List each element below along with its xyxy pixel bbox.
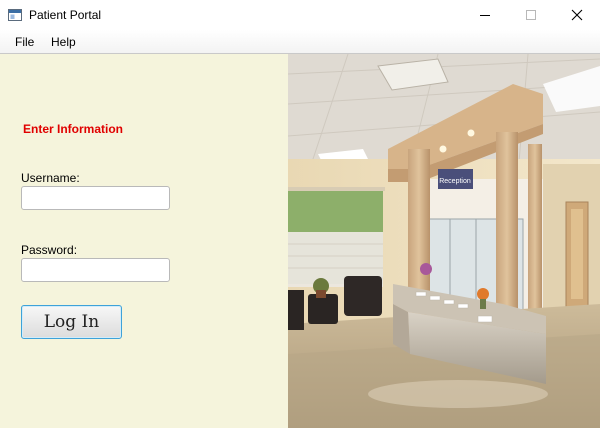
password-label: Password: [21, 243, 78, 257]
menu-file[interactable]: File [15, 35, 34, 49]
maximize-button[interactable] [508, 0, 554, 30]
title-bar[interactable]: Patient Portal [0, 0, 600, 30]
minimize-button[interactable] [462, 0, 508, 30]
close-button[interactable] [554, 0, 600, 30]
app-window-icon [8, 8, 22, 21]
login-panel: Enter Information Username: Password: Lo… [0, 54, 288, 428]
maximize-icon [526, 10, 536, 20]
window-title: Patient Portal [29, 8, 102, 22]
login-button[interactable]: Log In [21, 305, 122, 339]
app-window: Patient Portal File Help Enter Informati… [0, 0, 600, 428]
menu-help[interactable]: Help [51, 35, 76, 49]
minimize-icon [480, 15, 490, 16]
username-input[interactable] [21, 186, 170, 210]
reception-sign: Reception [439, 178, 471, 185]
close-icon [571, 9, 583, 21]
reception-photo: Reception [288, 54, 600, 428]
username-label: Username: [21, 171, 80, 185]
section-title: Enter Information [23, 122, 124, 136]
password-input[interactable] [21, 258, 170, 282]
menu-bar: File Help [0, 30, 600, 54]
